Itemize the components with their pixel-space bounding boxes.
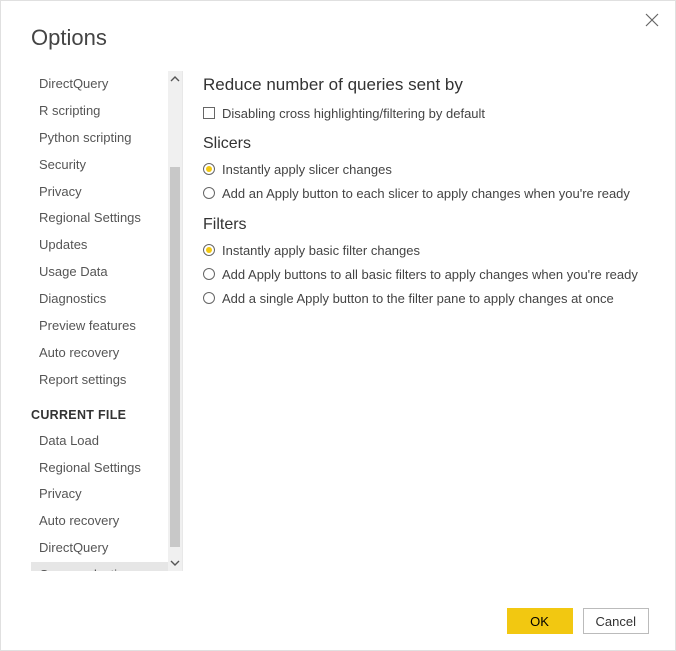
sidebar-item[interactable]: Query reduction bbox=[31, 562, 168, 571]
sidebar-item[interactable]: Diagnostics bbox=[31, 286, 168, 313]
radio-filter-option[interactable] bbox=[203, 268, 215, 280]
radio-filter-option[interactable] bbox=[203, 244, 215, 256]
radio-slicer-option[interactable] bbox=[203, 187, 215, 199]
sidebar-item[interactable]: R scripting bbox=[31, 98, 168, 125]
sidebar-item[interactable]: Privacy bbox=[31, 481, 168, 508]
sidebar-item[interactable]: Regional Settings bbox=[31, 455, 168, 482]
radio-label: Instantly apply basic filter changes bbox=[222, 242, 420, 260]
checkbox-disable-cross-highlight[interactable] bbox=[203, 107, 215, 119]
label-disable-cross-highlight: Disabling cross highlighting/filtering b… bbox=[222, 105, 485, 123]
sidebar-item[interactable]: Data Load bbox=[31, 428, 168, 455]
radio-label: Add Apply buttons to all basic filters t… bbox=[222, 266, 638, 284]
cancel-button[interactable]: Cancel bbox=[583, 608, 649, 634]
heading-slicers: Slicers bbox=[203, 135, 651, 153]
sidebar-item[interactable]: Auto recovery bbox=[31, 508, 168, 535]
scroll-thumb[interactable] bbox=[170, 167, 180, 547]
dialog-title: Options bbox=[1, 1, 675, 51]
main-panel: Reduce number of queries sent by Disabli… bbox=[183, 71, 675, 571]
sidebar-scrollbar[interactable] bbox=[168, 71, 182, 571]
sidebar-item[interactable]: DirectQuery bbox=[31, 71, 168, 98]
radio-slicer-option[interactable] bbox=[203, 163, 215, 175]
radio-label: Add an Apply button to each slicer to ap… bbox=[222, 185, 630, 203]
ok-button[interactable]: OK bbox=[507, 608, 573, 634]
sidebar: DirectQueryR scriptingPython scriptingSe… bbox=[31, 71, 183, 571]
sidebar-item[interactable]: Usage Data bbox=[31, 259, 168, 286]
sidebar-item[interactable]: Privacy bbox=[31, 179, 168, 206]
sidebar-item[interactable]: DirectQuery bbox=[31, 535, 168, 562]
sidebar-item[interactable]: Updates bbox=[31, 232, 168, 259]
sidebar-item[interactable]: Python scripting bbox=[31, 125, 168, 152]
scroll-up-icon[interactable] bbox=[168, 71, 182, 87]
heading-filters: Filters bbox=[203, 216, 651, 234]
radio-label: Instantly apply slicer changes bbox=[222, 161, 392, 179]
sidebar-item[interactable]: Auto recovery bbox=[31, 340, 168, 367]
radio-label: Add a single Apply button to the filter … bbox=[222, 290, 614, 308]
close-button[interactable] bbox=[645, 13, 661, 29]
sidebar-section-header: CURRENT FILE bbox=[31, 394, 168, 428]
sidebar-item[interactable]: Report settings bbox=[31, 367, 168, 394]
sidebar-item[interactable]: Regional Settings bbox=[31, 205, 168, 232]
sidebar-item[interactable]: Security bbox=[31, 152, 168, 179]
sidebar-item[interactable]: Preview features bbox=[31, 313, 168, 340]
radio-filter-option[interactable] bbox=[203, 292, 215, 304]
scroll-down-icon[interactable] bbox=[168, 555, 182, 571]
dialog-footer: OK Cancel bbox=[507, 608, 649, 634]
heading-reduce: Reduce number of queries sent by bbox=[203, 75, 651, 95]
scroll-track[interactable] bbox=[168, 87, 182, 555]
